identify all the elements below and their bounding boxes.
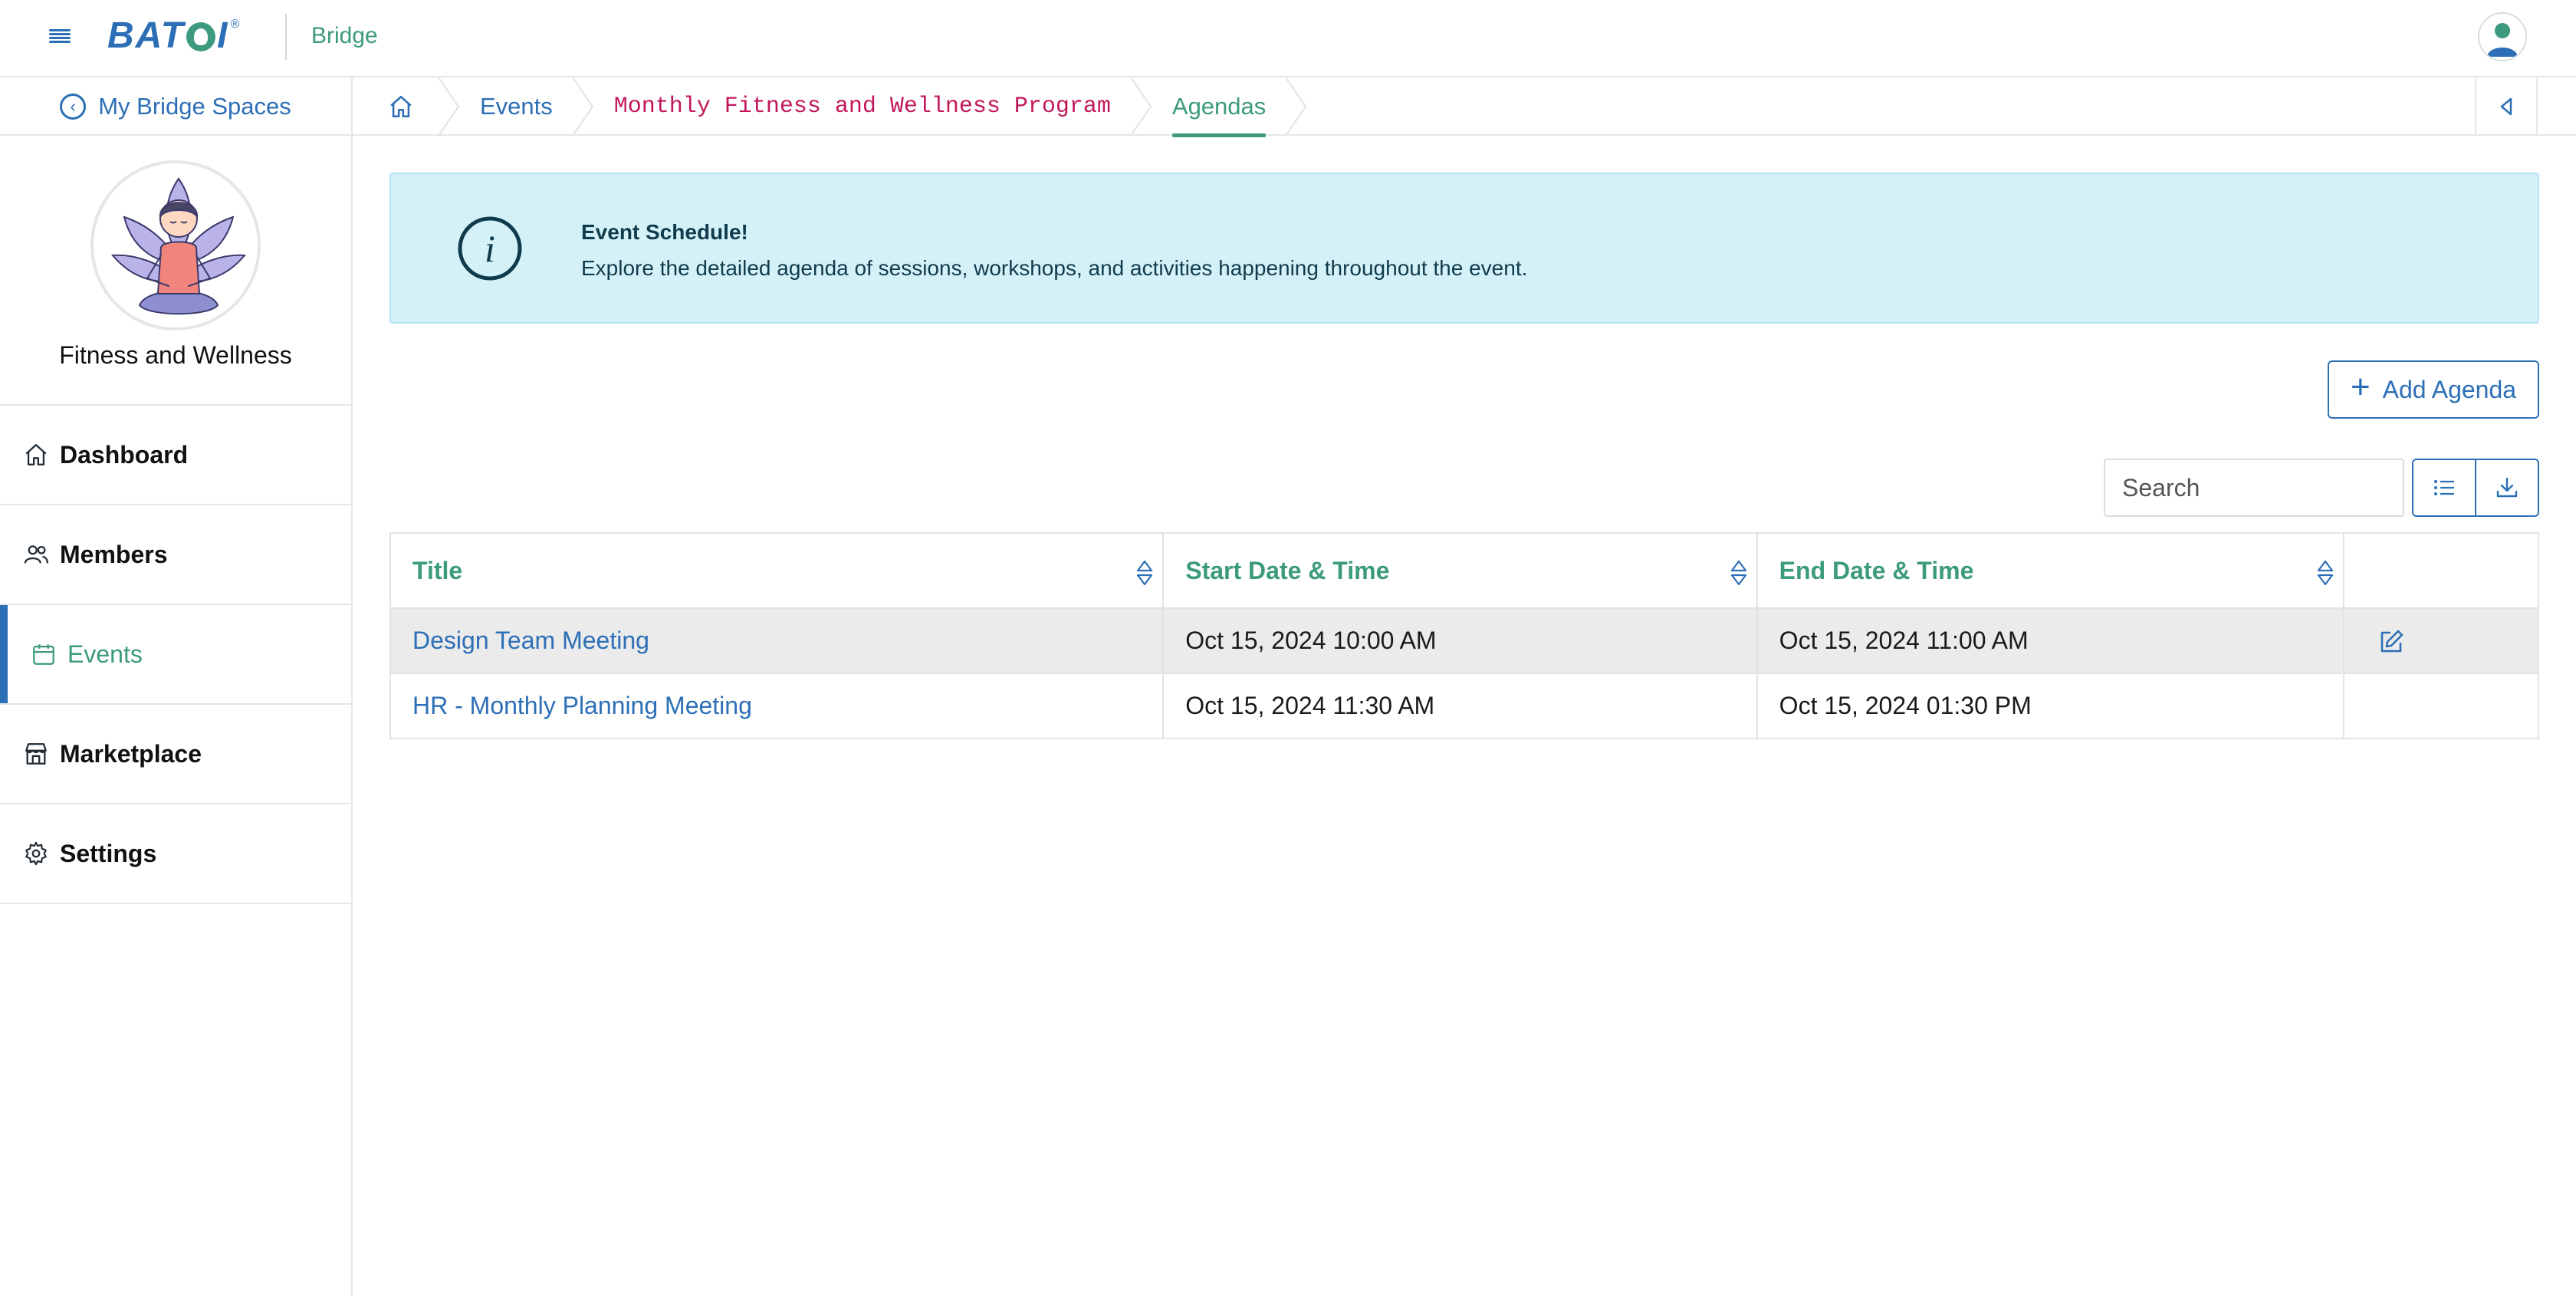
sidebar-item-label: Members — [60, 540, 168, 568]
add-agenda-button[interactable]: + Add Agenda — [2328, 360, 2539, 419]
sidebar: Fitness and Wellness Dashboard Members E… — [0, 136, 353, 1296]
space-name: Fitness and Wellness — [59, 341, 292, 369]
collapse-panel-button[interactable] — [2475, 77, 2538, 136]
sidebar-item-events[interactable]: Events — [0, 605, 351, 705]
sidebar-item-settings[interactable]: Settings — [0, 804, 351, 904]
add-agenda-label: Add Agenda — [2382, 375, 2517, 403]
home-icon — [25, 444, 47, 465]
user-avatar[interactable] — [2478, 12, 2527, 61]
table-header-row: Title Start Date & Time End Date & Time — [389, 532, 2539, 609]
cell-actions — [2343, 673, 2539, 739]
breadcrumb-events[interactable]: Events — [449, 77, 593, 136]
svg-text:i: i — [485, 227, 495, 270]
breadcrumb-separator — [1285, 77, 1307, 136]
store-icon — [25, 743, 47, 765]
batoi-logo[interactable]: BAT I ® — [107, 15, 240, 56]
alert-text: Explore the detailed agenda of sessions,… — [581, 256, 1528, 280]
meditation-illustration — [110, 177, 247, 315]
column-header-end[interactable]: End Date & Time — [1756, 532, 2345, 609]
agenda-title-link[interactable]: HR - Monthly Planning Meeting — [412, 692, 752, 719]
my-bridge-spaces-label: My Bridge Spaces — [98, 93, 291, 120]
sidebar-item-label: Settings — [60, 839, 157, 867]
column-header-label: Start Date & Time — [1185, 556, 1390, 584]
cell-end: Oct 15, 2024 11:00 AM — [1756, 607, 2345, 674]
top-bar: BAT I ® Bridge — [0, 0, 2576, 77]
gear-icon — [25, 841, 47, 866]
cell-title: HR - Monthly Planning Meeting — [389, 673, 1165, 739]
download-button[interactable] — [2475, 460, 2538, 515]
agenda-table: Title Start Date & Time End Date & Time … — [389, 532, 2539, 739]
my-bridge-spaces-link[interactable]: ‹ My Bridge Spaces — [0, 77, 353, 136]
caret-left-icon — [2500, 97, 2512, 116]
sort-icon[interactable] — [2317, 560, 2334, 586]
cell-start: Oct 15, 2024 11:30 AM — [1162, 673, 1758, 739]
column-header-actions — [2343, 532, 2539, 609]
table-row[interactable]: Design Team Meeting Oct 15, 2024 10:00 A… — [389, 607, 2539, 674]
sidebar-item-label: Dashboard — [60, 440, 189, 469]
table-tools — [2412, 459, 2539, 517]
alert-title: Event Schedule! — [581, 220, 748, 244]
space-avatar — [90, 160, 261, 331]
breadcrumb-agendas[interactable]: Agendas — [1142, 77, 1307, 137]
active-tab-indicator — [1171, 133, 1267, 137]
sidebar-item-marketplace[interactable]: Marketplace — [0, 705, 351, 804]
home-icon — [390, 95, 412, 118]
sidebar-item-label: Events — [67, 640, 143, 668]
breadcrumb-events-label: Events — [480, 93, 553, 120]
sidebar-item-members[interactable]: Members — [0, 505, 351, 605]
cell-title: Design Team Meeting — [389, 607, 1165, 674]
column-header-start[interactable]: Start Date & Time — [1162, 532, 1758, 609]
breadcrumb-event-name-label: Monthly Fitness and Wellness Program — [613, 94, 1111, 120]
sidebar-nav: Dashboard Members Events Marketplace Set… — [0, 404, 351, 904]
breadcrumb-agendas-label: Agendas — [1171, 93, 1267, 120]
search-input[interactable] — [2104, 459, 2404, 517]
info-alert: i Event Schedule! Explore the detailed a… — [389, 173, 2539, 324]
download-icon — [2496, 477, 2518, 498]
column-header-title[interactable]: Title — [389, 532, 1165, 609]
column-list-button[interactable] — [2413, 460, 2475, 515]
breadcrumb-bar: ‹ My Bridge Spaces Events Monthly Fitnes… — [0, 77, 2576, 137]
breadcrumb-home[interactable] — [353, 77, 460, 136]
arrow-left-circle-icon: ‹ — [60, 94, 87, 120]
sidebar-item-label: Marketplace — [60, 739, 202, 768]
sort-icon[interactable] — [1136, 560, 1153, 586]
logo-text: BAT — [107, 15, 186, 56]
calendar-icon — [33, 644, 54, 665]
users-icon — [24, 545, 49, 564]
cell-actions — [2343, 607, 2539, 674]
table-row[interactable]: HR - Monthly Planning Meeting Oct 15, 20… — [389, 673, 2539, 739]
breadcrumb-event-name[interactable]: Monthly Fitness and Wellness Program — [583, 77, 1152, 136]
menu-icon[interactable] — [49, 26, 71, 46]
breadcrumb: Events Monthly Fitness and Wellness Prog… — [353, 77, 1307, 137]
logo-divider — [285, 14, 287, 60]
edit-icon[interactable] — [2378, 629, 2404, 655]
info-icon: i — [458, 216, 522, 281]
agenda-title-link[interactable]: Design Team Meeting — [412, 627, 649, 654]
cell-end: Oct 15, 2024 01:30 PM — [1756, 673, 2345, 739]
sort-icon[interactable] — [1730, 560, 1747, 586]
app-name: Bridge — [311, 23, 378, 48]
sidebar-item-dashboard[interactable]: Dashboard — [0, 406, 351, 505]
column-header-label: Title — [412, 556, 463, 584]
logo-registered: ® — [230, 18, 240, 31]
logo-mark — [186, 22, 216, 51]
plus-icon: + — [2350, 368, 2371, 406]
user-icon — [2487, 23, 2518, 57]
list-icon — [2434, 480, 2454, 495]
column-header-label: End Date & Time — [1779, 556, 1974, 584]
logo-text-suffix: I — [217, 15, 229, 56]
cell-start: Oct 15, 2024 10:00 AM — [1162, 607, 1758, 674]
